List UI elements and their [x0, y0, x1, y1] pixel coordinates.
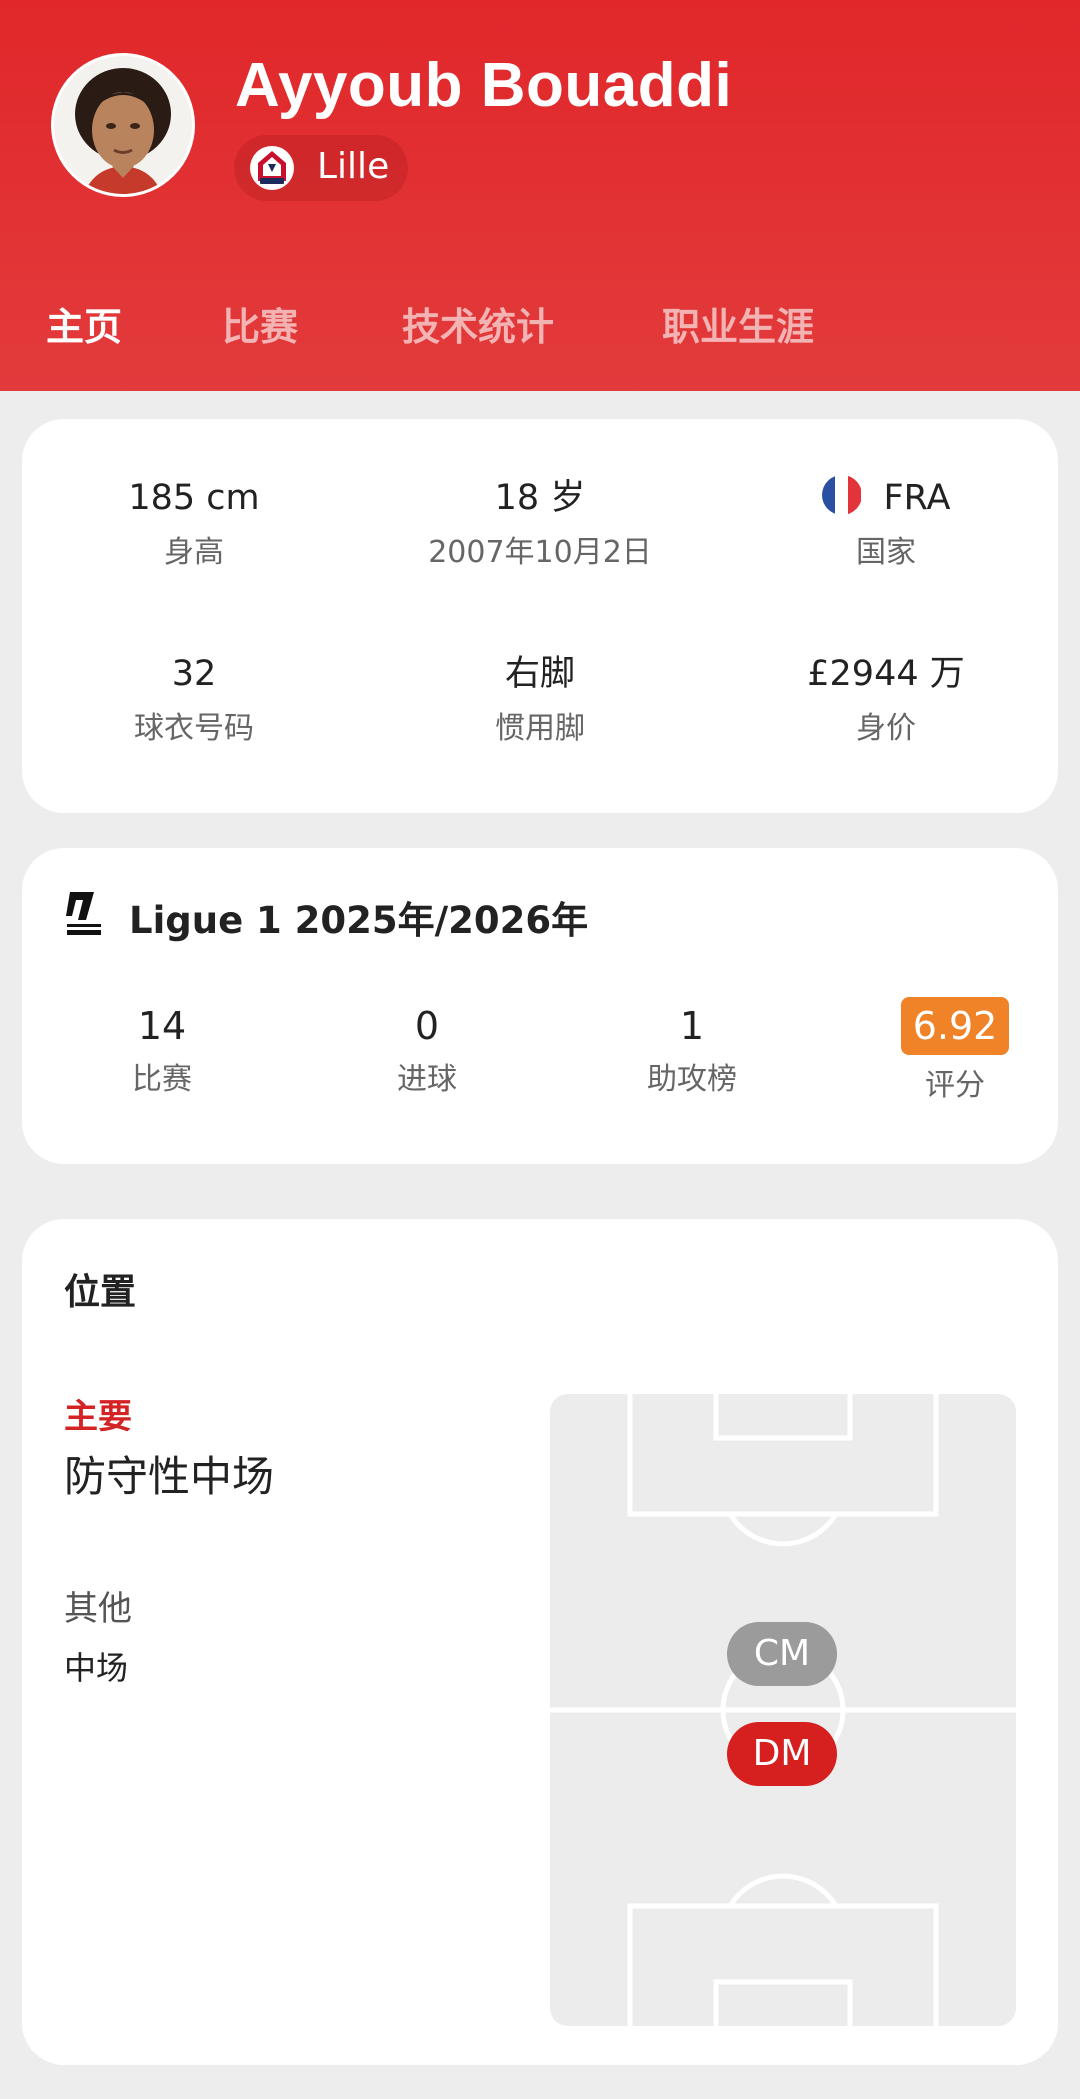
country-label: 国家: [856, 535, 916, 570]
stat-label: 进球: [397, 1062, 457, 1097]
pitch-diagram: CM DM: [550, 1387, 1016, 2033]
shirt-label: 球衣号码: [134, 711, 254, 746]
position-badge-cm: CM: [727, 1622, 837, 1686]
player-info-card: 185 cm 身高 18 岁 2007年10月2日 FRA 国家 32 球衣号码…: [22, 419, 1058, 813]
stat-value: 0: [414, 1004, 440, 1048]
stat-assists: 1 助攻榜: [562, 1002, 822, 1098]
country-code: FRA: [883, 478, 951, 518]
age-cell: 18 岁 2007年10月2日: [390, 475, 690, 571]
france-flag-icon: [821, 475, 862, 515]
foot-cell: 右脚 惯用脚: [390, 651, 690, 747]
birth-date: 2007年10月2日: [428, 535, 652, 570]
ligue1-logo-icon: [66, 892, 101, 935]
player-header: Ayyoub Bouaddi Lille 主页 比赛 技术统计 职业生涯: [0, 0, 1080, 391]
primary-position-value: 防守性中场: [64, 1452, 275, 1501]
country-cell: FRA 国家: [736, 475, 1036, 571]
stat-matches: 14 比赛: [32, 1002, 292, 1098]
player-name: Ayyoub Bouaddi: [235, 51, 733, 120]
pitch-lines-icon: [550, 1387, 1016, 2033]
market-value-cell: £2944 万 身价: [736, 651, 1036, 747]
primary-position-label: 主要: [64, 1397, 132, 1437]
tab-matches[interactable]: 比赛: [222, 296, 298, 351]
shirt-value: 32: [171, 654, 217, 694]
height-cell: 185 cm 身高: [44, 475, 344, 571]
market-value: £2944 万: [807, 654, 965, 694]
age-value: 18 岁: [494, 478, 586, 518]
country-value: FRA: [736, 475, 1036, 521]
tab-career[interactable]: 职业生涯: [662, 296, 814, 351]
stat-label: 比赛: [132, 1062, 192, 1097]
league-title: Ligue 1 2025年/2026年: [129, 899, 589, 942]
stat-label: 评分: [925, 1068, 985, 1103]
tab-home[interactable]: 主页: [46, 296, 122, 351]
foot-value: 右脚: [504, 654, 575, 694]
stat-rating: 6.92 评分: [825, 997, 1080, 1104]
shirt-cell: 32 球衣号码: [44, 651, 344, 747]
rating-badge: 6.92: [900, 997, 1010, 1055]
stat-value: 14: [137, 1004, 187, 1048]
position-card: 位置 主要 防守性中场 其他 中场 CM DM: [22, 1219, 1058, 2065]
stat-value: 1: [679, 1004, 705, 1048]
other-position-label: 其他: [64, 1589, 132, 1629]
position-badge-dm: DM: [727, 1722, 837, 1786]
height-label: 身高: [164, 535, 224, 570]
position-title: 位置: [64, 1272, 137, 1313]
height-value: 185 cm: [128, 478, 260, 518]
club-name: Lille: [317, 146, 390, 187]
player-avatar[interactable]: [54, 56, 192, 194]
stat-label: 助攻榜: [647, 1062, 737, 1097]
stat-goals: 0 进球: [297, 1002, 557, 1098]
league-stats-card[interactable]: Ligue 1 2025年/2026年 14 比赛 0 进球 1 助攻榜 6.9…: [22, 848, 1058, 1164]
foot-label: 惯用脚: [495, 711, 585, 746]
player-photo-icon: [54, 56, 192, 194]
tab-stats[interactable]: 技术统计: [402, 296, 554, 351]
tab-bar: 主页 比赛 技术统计 职业生涯: [0, 296, 1080, 356]
market-value-label: 身价: [856, 711, 916, 746]
rating-value: 6.92: [825, 997, 1080, 1055]
club-chip[interactable]: Lille: [234, 135, 408, 201]
lille-logo-icon: [250, 146, 294, 190]
other-position-value: 中场: [64, 1649, 129, 1687]
